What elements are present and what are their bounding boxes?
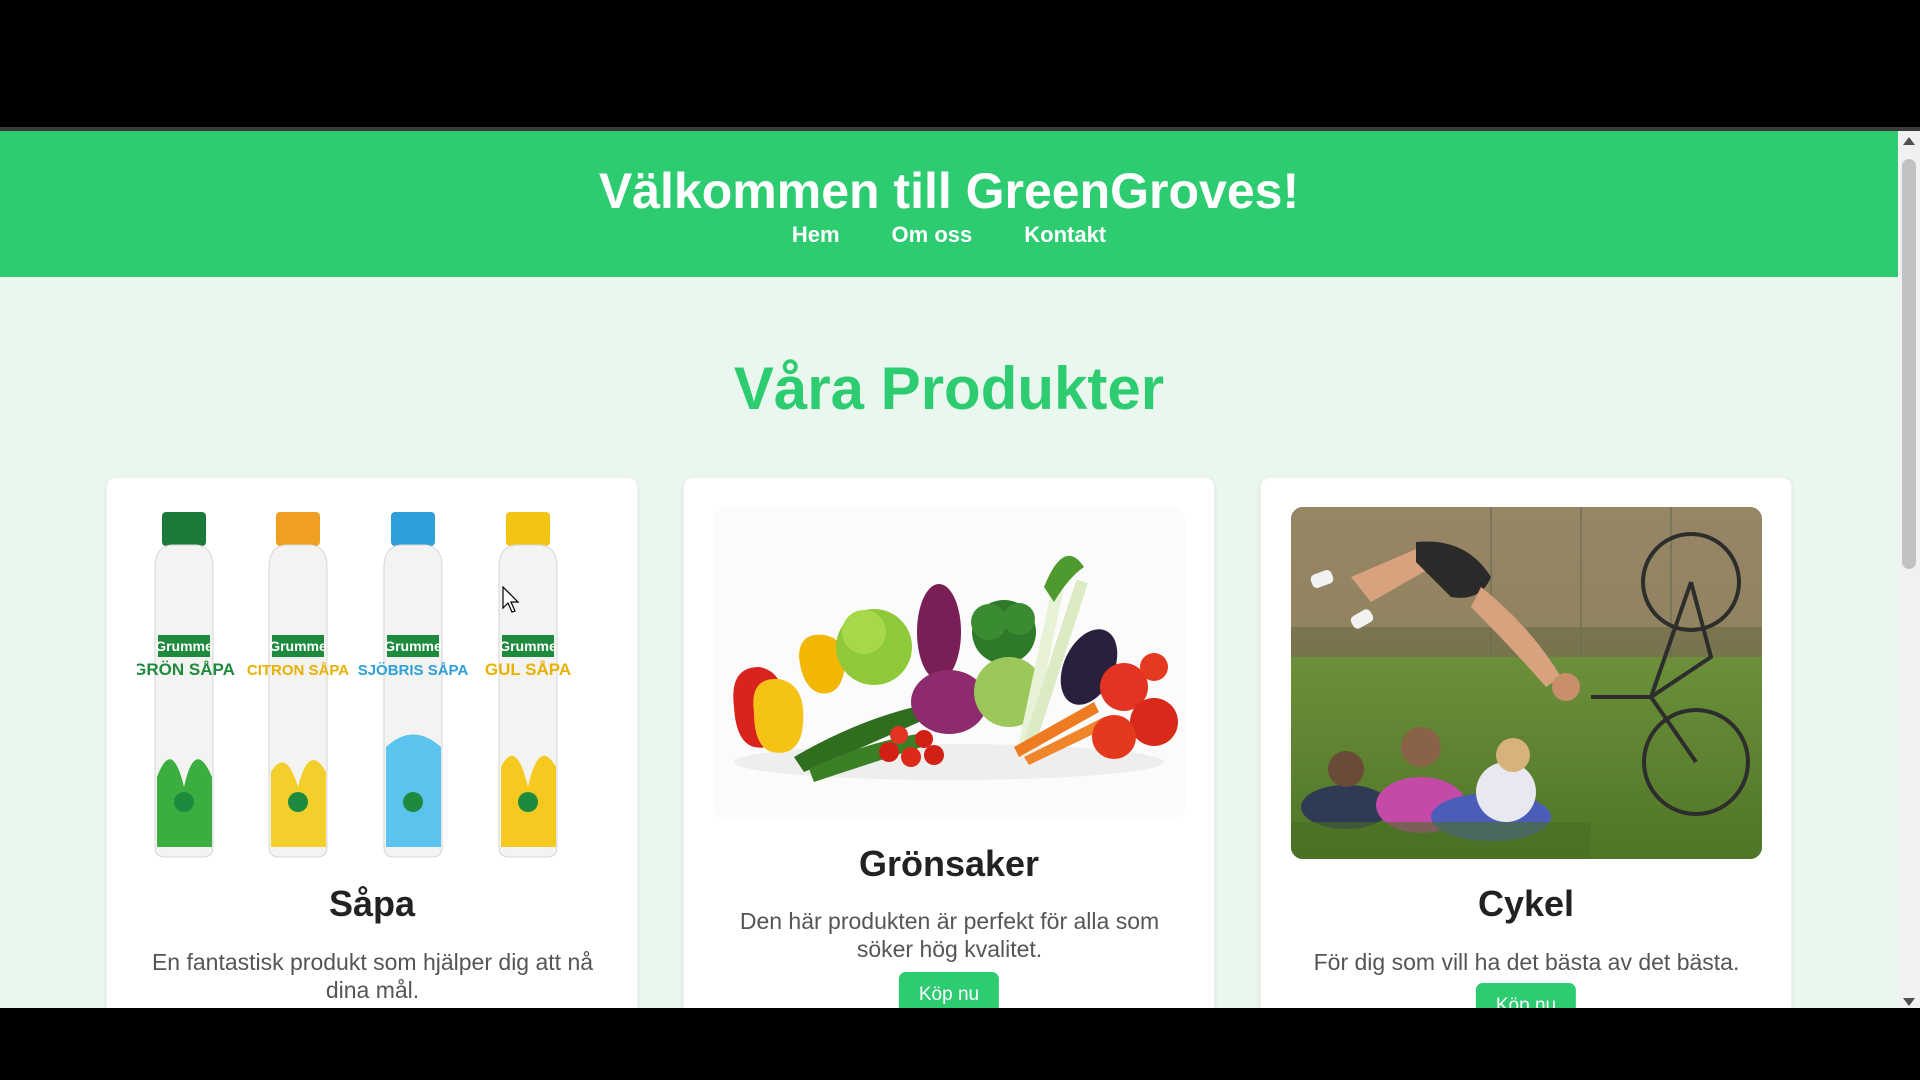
main-content: Våra Produkter Grumme GRÖN SÅPA Grumme C…: [0, 277, 1898, 1008]
svg-text:Grumme: Grumme: [384, 638, 442, 654]
svg-text:GRÖN SÅPA: GRÖN SÅPA: [137, 660, 235, 679]
product-description: Den här produkten är perfekt för alla so…: [739, 908, 1160, 962]
product-name: Såpa: [328, 883, 416, 924]
product-card-bicycle: Cykel För dig som vill ha det bästa av d…: [1260, 477, 1792, 1008]
scroll-down-arrow-icon[interactable]: [1903, 998, 1915, 1006]
vertical-scrollbar[interactable]: [1898, 131, 1920, 1008]
product-image-bicycle: [1291, 507, 1762, 859]
section-title: Våra Produkter: [733, 355, 1165, 422]
svg-text:GUL SÅPA: GUL SÅPA: [485, 660, 571, 679]
svg-text:SJÖBRIS SÅPA: SJÖBRIS SÅPA: [358, 662, 469, 679]
scrollbar-thumb[interactable]: [1902, 159, 1916, 569]
site-header: Välkommen till GreenGroves! Hem Om oss K…: [0, 131, 1898, 277]
svg-text:CITRON SÅPA: CITRON SÅPA: [247, 662, 349, 679]
product-image-vegetables: [714, 507, 1185, 819]
browser-viewport: Välkommen till GreenGroves! Hem Om oss K…: [0, 127, 1920, 1008]
svg-text:Grumme: Grumme: [155, 638, 213, 654]
product-card-vegetables: Grönsaker Den här produkten är perfekt f…: [683, 477, 1215, 1008]
buy-button[interactable]: Köp nu: [1475, 983, 1577, 1008]
nav-link-home[interactable]: Hem: [792, 222, 840, 248]
product-description: För dig som vill ha det bästa av det bäs…: [1313, 949, 1740, 975]
svg-text:Grumme: Grumme: [269, 638, 327, 654]
nav-link-about[interactable]: Om oss: [892, 222, 973, 248]
product-name: Grönsaker: [858, 843, 1040, 884]
buy-button[interactable]: Köp nu: [898, 972, 1000, 1008]
svg-text:Grumme: Grumme: [499, 638, 557, 654]
product-card-soap: Grumme GRÖN SÅPA Grumme CITRON SÅPA Grum…: [106, 477, 638, 1008]
main-nav: Hem Om oss Kontakt: [0, 222, 1898, 248]
mouse-cursor-icon: [502, 586, 520, 613]
site-title: Välkommen till GreenGroves!: [598, 163, 1300, 219]
product-description: En fantastisk produkt som hjälper dig at…: [151, 949, 594, 1003]
product-name: Cykel: [1477, 883, 1575, 924]
screen: Välkommen till GreenGroves! Hem Om oss K…: [0, 0, 1920, 1080]
product-image-soap: Grumme GRÖN SÅPA Grumme CITRON SÅPA Grum…: [137, 507, 608, 859]
scroll-up-arrow-icon[interactable]: [1903, 137, 1915, 145]
nav-link-contact[interactable]: Kontakt: [1024, 222, 1106, 248]
